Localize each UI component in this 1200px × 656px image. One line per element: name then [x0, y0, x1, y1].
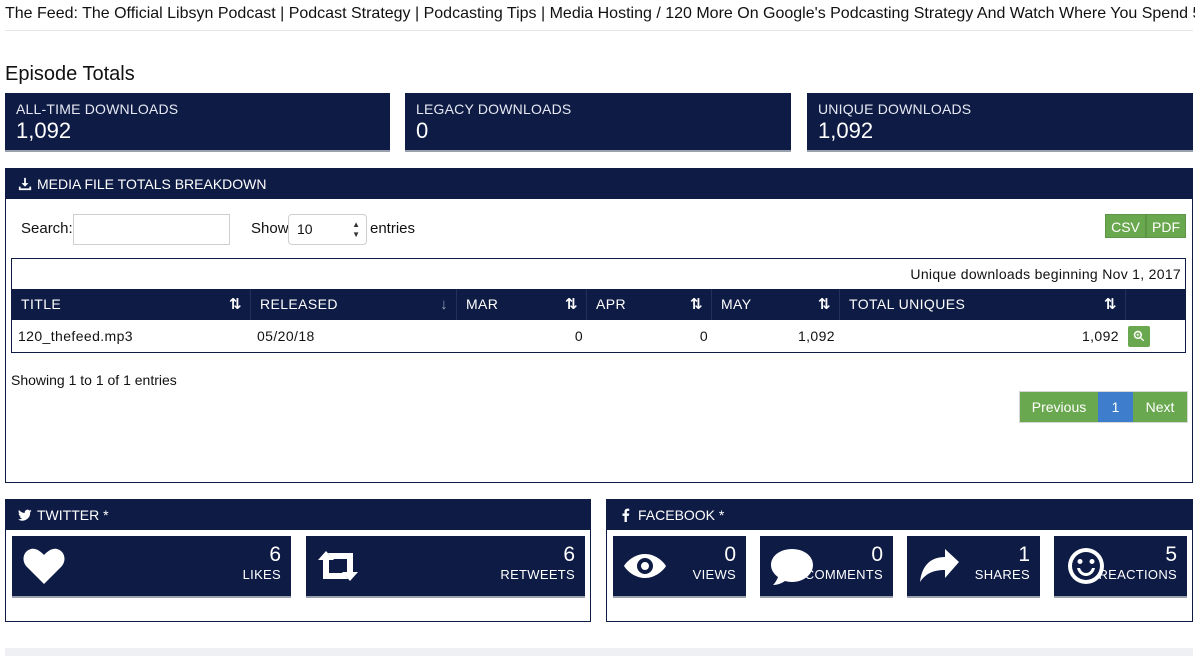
column-header-released[interactable]: RELEASED ↓ — [251, 289, 457, 320]
cell-released: 05/20/18 — [257, 328, 315, 344]
column-header-actions — [1126, 289, 1185, 320]
entries-select[interactable]: 10 ▲ ▼ — [288, 214, 367, 245]
metric-value: 1 — [1018, 543, 1030, 566]
metric-value: 5 — [1165, 543, 1177, 566]
search-input[interactable] — [73, 214, 230, 245]
search-label: Search: — [21, 220, 73, 237]
zoom-button[interactable] — [1128, 326, 1150, 347]
cell-mar: 0 — [574, 328, 583, 344]
share-icon — [917, 546, 961, 586]
cell-may: 1,092 — [797, 328, 835, 344]
facebook-icon — [622, 508, 630, 522]
twitter-panel: TWITTER * 6 LIKES 6 RETWEETS — [5, 499, 591, 622]
stat-value: 1,092 — [16, 118, 72, 143]
sort-icon: ⇅ — [690, 296, 703, 313]
facebook-reactions-card: 5 REACTIONS — [1054, 536, 1187, 598]
facebook-comments-card: 0 COMMENTS — [760, 536, 893, 598]
pagination: Previous 1 Next — [1019, 391, 1188, 423]
metric-value: 0 — [871, 543, 883, 566]
metric-label: COMMENTS — [804, 567, 883, 582]
sort-icon: ⇅ — [565, 296, 578, 313]
sort-icon: ⇅ — [1104, 296, 1117, 313]
csv-button[interactable]: CSV — [1105, 214, 1146, 238]
stat-value: 0 — [416, 118, 429, 143]
column-header-mar[interactable]: MAR ⇅ — [457, 289, 587, 320]
media-breakdown-panel: MEDIA FILE TOTALS BREAKDOWN Search: Show… — [5, 168, 1193, 483]
select-arrows-icon: ▲ ▼ — [352, 220, 360, 239]
retweet-icon — [316, 546, 360, 586]
metric-label: LIKES — [242, 567, 281, 582]
metric-value: 6 — [563, 543, 575, 566]
panel-title: FACEBOOK * — [638, 507, 725, 523]
metric-value: 6 — [269, 543, 281, 566]
metric-label: SHARES — [974, 567, 1030, 582]
panel-title: TWITTER * — [37, 507, 109, 523]
eye-icon — [623, 546, 667, 586]
cell-apr: 0 — [699, 328, 708, 344]
stat-label: UNIQUE DOWNLOADS — [818, 101, 972, 117]
facebook-header: FACEBOOK * — [607, 500, 1192, 530]
stat-card-all-time-downloads: ALL-TIME DOWNLOADS 1,092 — [5, 93, 390, 152]
page-1-button[interactable]: 1 — [1098, 392, 1133, 422]
episode-totals-heading: Episode Totals — [5, 63, 135, 85]
stat-card-unique-downloads: UNIQUE DOWNLOADS 1,092 — [807, 93, 1193, 152]
column-header-may[interactable]: MAY ⇅ — [712, 289, 840, 320]
previous-page-button[interactable]: Previous — [1020, 392, 1098, 422]
table-row: 120_thefeed.mp3 05/20/18 0 0 1,092 1,092 — [12, 320, 1185, 352]
sort-icon: ⇅ — [818, 296, 831, 313]
metric-label: VIEWS — [692, 567, 736, 582]
divider — [5, 30, 1193, 31]
twitter-likes-card: 6 LIKES — [12, 536, 291, 598]
footer-bar — [5, 648, 1193, 656]
cell-total-uniques: 1,092 — [1081, 328, 1119, 344]
pdf-button[interactable]: PDF — [1146, 214, 1186, 238]
column-header-title[interactable]: TITLE ⇅ — [12, 289, 251, 320]
twitter-header: TWITTER * — [6, 500, 590, 530]
cell-title: 120_thefeed.mp3 — [18, 328, 133, 344]
entries-label: entries — [370, 220, 416, 237]
twitter-retweets-card: 6 RETWEETS — [306, 536, 585, 598]
table-caption: Unique downloads beginning Nov 1, 2017 — [910, 266, 1181, 282]
metric-label: RETWEETS — [500, 567, 575, 582]
downloads-table: Unique downloads beginning Nov 1, 2017 T… — [11, 258, 1186, 353]
stat-label: LEGACY DOWNLOADS — [416, 101, 572, 117]
sort-icon: ⇅ — [229, 296, 242, 313]
table-header: TITLE ⇅ RELEASED ↓ MAR ⇅ APR ⇅ MAY ⇅ TOTAL UN… — [12, 289, 1185, 320]
stat-card-legacy-downloads: LEGACY DOWNLOADS 0 — [405, 93, 791, 152]
stat-value: 1,092 — [818, 118, 874, 143]
facebook-panel: FACEBOOK * 0 VIEWS 0 COMMENTS 1 SHARES 5… — [606, 499, 1193, 622]
metric-value: 0 — [724, 543, 736, 566]
page-title: The Feed: The Official Libsyn Podcast | … — [5, 5, 1195, 22]
entries-value: 10 — [297, 221, 313, 237]
show-label: Show — [251, 220, 289, 237]
twitter-icon — [18, 509, 32, 521]
sort-desc-icon: ↓ — [440, 296, 448, 313]
metric-label: REACTIONS — [1098, 567, 1177, 582]
facebook-views-card: 0 VIEWS — [613, 536, 746, 598]
stat-label: ALL-TIME DOWNLOADS — [16, 101, 179, 117]
panel-title: MEDIA FILE TOTALS BREAKDOWN — [37, 176, 267, 192]
table-info: Showing 1 to 1 of 1 entries — [11, 372, 177, 388]
media-breakdown-header: MEDIA FILE TOTALS BREAKDOWN — [6, 169, 1192, 199]
next-page-button[interactable]: Next — [1133, 392, 1187, 422]
search-plus-icon — [1133, 330, 1145, 342]
column-header-total-uniques[interactable]: TOTAL UNIQUES ⇅ — [840, 289, 1126, 320]
facebook-shares-card: 1 SHARES — [907, 536, 1040, 598]
column-header-apr[interactable]: APR ⇅ — [587, 289, 712, 320]
heart-icon — [22, 546, 66, 586]
download-icon — [18, 177, 32, 191]
